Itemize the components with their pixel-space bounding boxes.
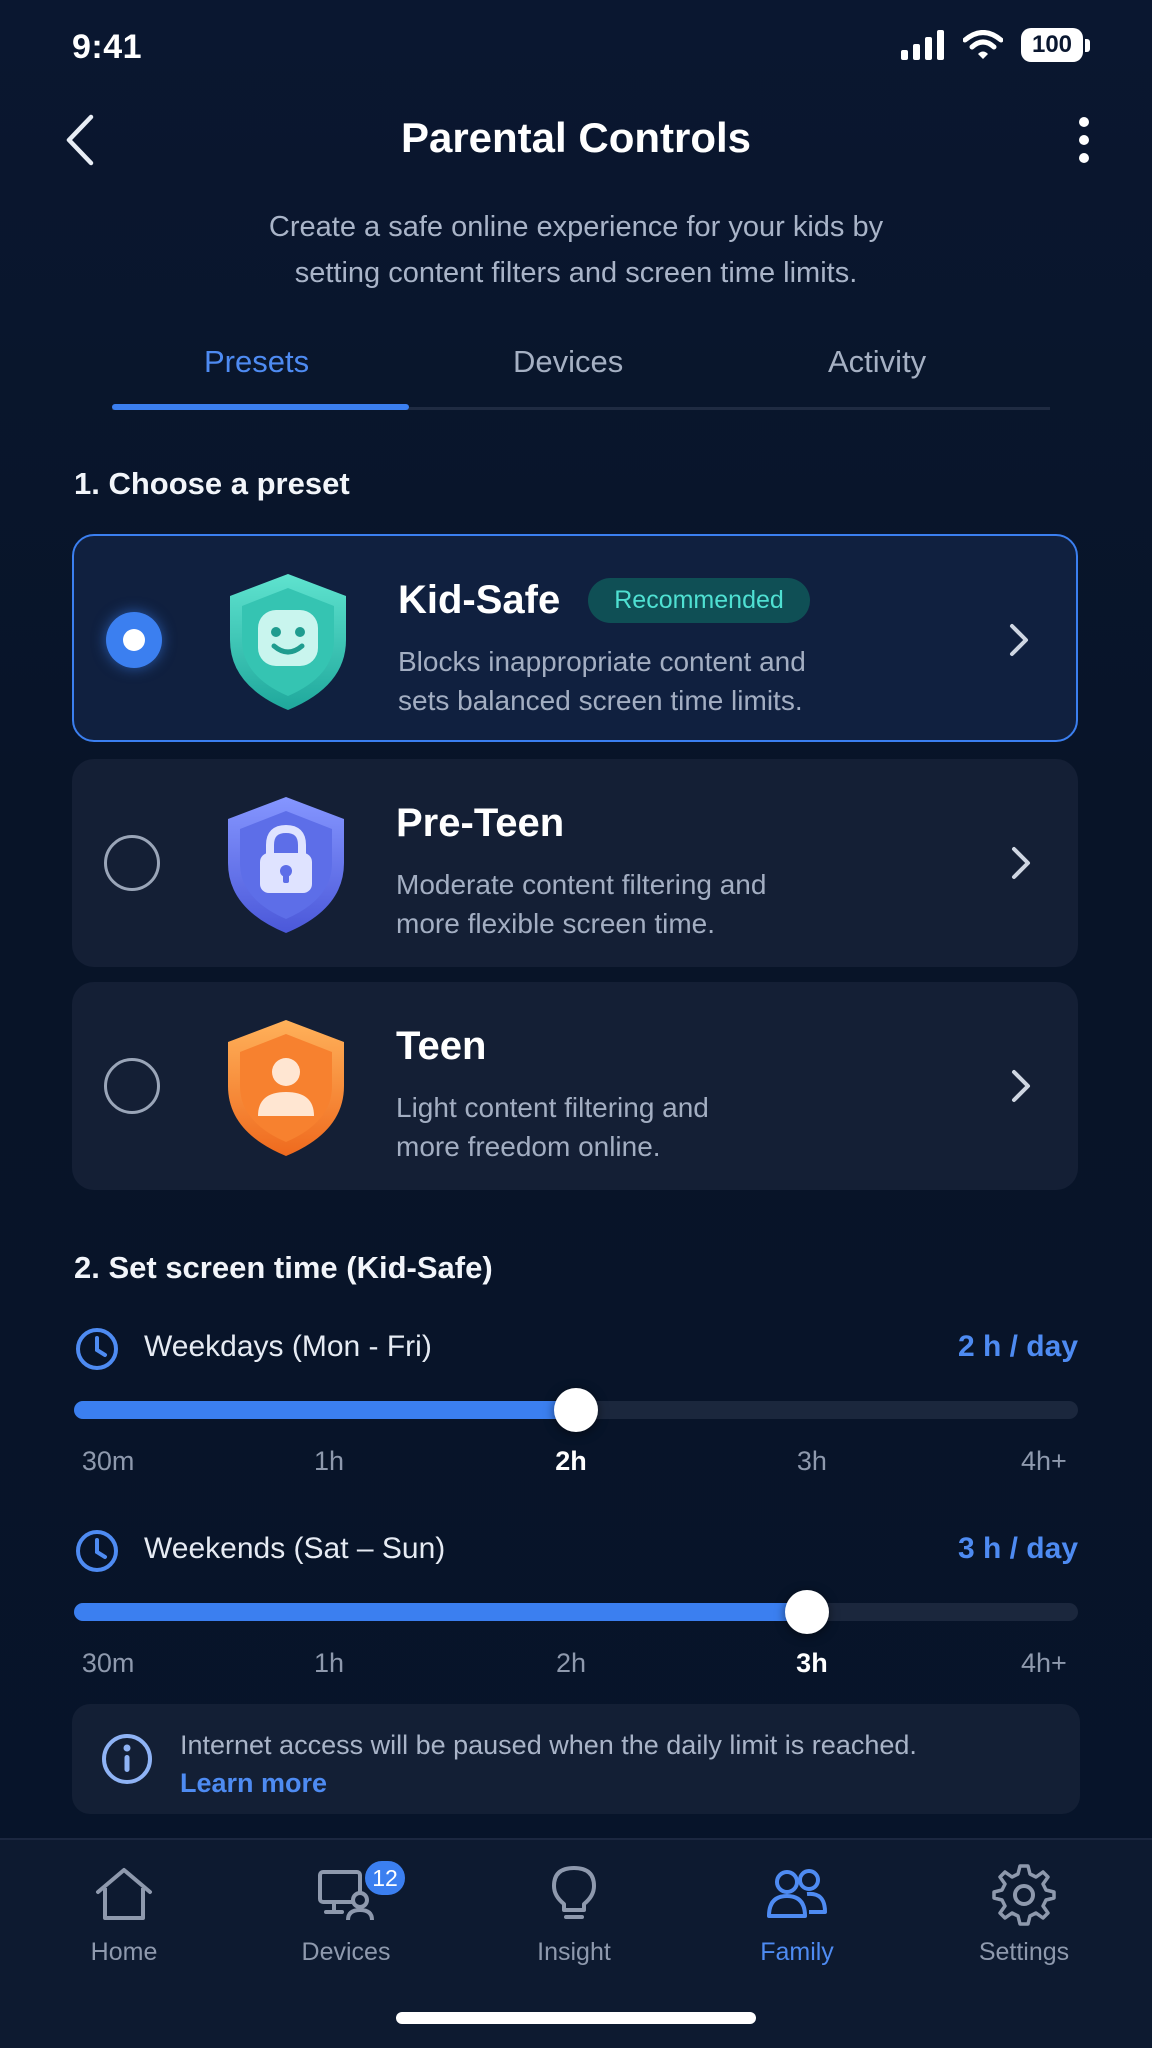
home-indicator bbox=[396, 2012, 756, 2024]
tab-bar: Presets Devices Activity bbox=[112, 334, 1050, 410]
person-shield-icon bbox=[228, 1020, 344, 1156]
recommended-badge: Recommended bbox=[588, 578, 810, 623]
weekends-row: Weekends (Sat – Sun) 3 h / day bbox=[74, 1522, 1078, 1582]
tick-label: 1h bbox=[313, 1648, 345, 1678]
battery-icon: 100 bbox=[1021, 28, 1090, 62]
weekends-value: 3 h / day bbox=[957, 1532, 1078, 1565]
tick-label: 1h bbox=[313, 1446, 345, 1476]
nav-item-insight[interactable]: Insight bbox=[474, 1862, 674, 1992]
nav-item-family[interactable]: Family bbox=[697, 1862, 897, 1992]
tick-label: 4h+ bbox=[1020, 1648, 1067, 1678]
nav-label-insight: Insight bbox=[537, 1938, 611, 1966]
preset-card-kid-safe[interactable]: Kid-Safe Recommended Blocks inappropriat… bbox=[72, 534, 1078, 742]
tick-label: 30m bbox=[81, 1648, 135, 1678]
preset-description: Moderate content filtering and more flex… bbox=[396, 869, 767, 939]
status-time: 9:41 bbox=[72, 28, 143, 66]
chevron-right-icon bbox=[1012, 847, 1030, 879]
devices-count-badge: 12 bbox=[362, 1858, 408, 1898]
nav-label-home: Home bbox=[90, 1938, 158, 1966]
chevron-right-icon bbox=[1012, 1070, 1030, 1102]
battery-level: 100 bbox=[1021, 28, 1083, 62]
preset-name: Pre-Teen bbox=[396, 801, 565, 845]
page-subtitle: Create a safe online experience for your… bbox=[140, 204, 1012, 296]
nav-item-devices[interactable]: Devices 12 bbox=[246, 1858, 446, 1992]
clock-icon bbox=[76, 1328, 118, 1370]
nav-label-family: Family bbox=[760, 1938, 834, 1966]
info-text: Internet access will be paused when the … bbox=[180, 1726, 917, 1802]
home-icon bbox=[96, 1868, 152, 1920]
preset-name: Kid-Safe bbox=[398, 578, 561, 622]
header: Parental Controls bbox=[0, 96, 1152, 186]
screen-time-section-title: 2. Set screen time (Kid-Safe) bbox=[74, 1250, 493, 1285]
tick-label: 2h bbox=[555, 1648, 586, 1678]
lightbulb-icon bbox=[552, 1866, 596, 1919]
wifi-icon bbox=[963, 30, 1003, 59]
nav-label-settings: Settings bbox=[978, 1938, 1070, 1966]
tick-label: 30m bbox=[81, 1446, 135, 1476]
weekends-slider-thumb[interactable] bbox=[784, 1590, 829, 1634]
preset-radio-kid-safe[interactable] bbox=[106, 612, 162, 668]
preset-description: Blocks inappropriate content and sets ba… bbox=[398, 646, 806, 716]
weekends-slider[interactable] bbox=[74, 1590, 1078, 1634]
parental-controls-screen: 9:41 100 Parental Controls Create a safe… bbox=[0, 0, 1152, 2048]
preset-radio-teen[interactable] bbox=[104, 1058, 160, 1114]
chevron-right-icon bbox=[1010, 624, 1028, 656]
subtitle-line-2: setting content filters and screen time … bbox=[294, 257, 858, 289]
weekends-slider-fill bbox=[74, 1603, 807, 1621]
lock-shield-icon bbox=[228, 797, 344, 933]
weekdays-label: Weekdays (Mon - Fri) bbox=[144, 1330, 432, 1363]
preset-radio-pre-teen[interactable] bbox=[104, 835, 160, 891]
tick-label: 4h+ bbox=[1020, 1446, 1067, 1476]
nav-item-home[interactable]: Home bbox=[24, 1862, 224, 1992]
tab-presets[interactable]: Presets bbox=[204, 344, 309, 380]
smiley-shield-icon bbox=[230, 574, 346, 710]
nav-label-devices: Devices bbox=[301, 1938, 391, 1966]
info-box: Internet access will be paused when the … bbox=[72, 1704, 1080, 1814]
weekdays-slider-fill bbox=[74, 1401, 576, 1419]
preset-card-pre-teen[interactable]: Pre-Teen Moderate content filtering and … bbox=[72, 759, 1078, 967]
learn-more-link[interactable]: Learn more bbox=[180, 1764, 917, 1802]
weekdays-slider[interactable] bbox=[74, 1388, 1078, 1432]
subtitle-line-1: Create a safe online experience for your… bbox=[268, 211, 884, 243]
preset-name: Teen bbox=[396, 1024, 487, 1068]
status-icons: 100 bbox=[901, 28, 1090, 62]
weekends-tick-labels: 30m 1h 2h 3h 4h+ bbox=[74, 1648, 1078, 1688]
page-title: Parental Controls bbox=[400, 114, 752, 161]
info-message: Internet access will be paused when the … bbox=[180, 1730, 917, 1760]
tick-label: 3h bbox=[796, 1446, 827, 1476]
tick-label: 3h bbox=[796, 1648, 828, 1678]
weekdays-row: Weekdays (Mon - Fri) 2 h / day bbox=[74, 1320, 1078, 1380]
clock-icon bbox=[76, 1530, 118, 1572]
more-vertical-icon bbox=[1079, 117, 1089, 163]
signal-icon bbox=[901, 30, 944, 60]
tab-indicator bbox=[112, 404, 409, 410]
info-icon bbox=[102, 1734, 152, 1784]
gear-icon bbox=[992, 1864, 1056, 1926]
tick-label: 2h bbox=[555, 1446, 587, 1476]
preset-description: Light content filtering and more freedom… bbox=[396, 1092, 709, 1162]
weekdays-value: 2 h / day bbox=[957, 1330, 1078, 1363]
nav-item-settings[interactable]: Settings bbox=[924, 1862, 1124, 1992]
tab-activity[interactable]: Activity bbox=[828, 344, 926, 380]
family-icon bbox=[767, 1869, 827, 1918]
more-options-button[interactable] bbox=[1064, 108, 1104, 172]
weekends-label: Weekends (Sat – Sun) bbox=[144, 1532, 446, 1565]
weekdays-tick-labels: 30m 1h 2h 3h 4h+ bbox=[74, 1446, 1078, 1486]
preset-card-teen[interactable]: Teen Light content filtering and more fr… bbox=[72, 982, 1078, 1190]
tab-devices[interactable]: Devices bbox=[513, 344, 623, 380]
status-bar: 9:41 100 bbox=[0, 0, 1152, 96]
weekdays-slider-thumb[interactable] bbox=[554, 1388, 598, 1432]
presets-section-title: 1. Choose a preset bbox=[74, 466, 350, 501]
